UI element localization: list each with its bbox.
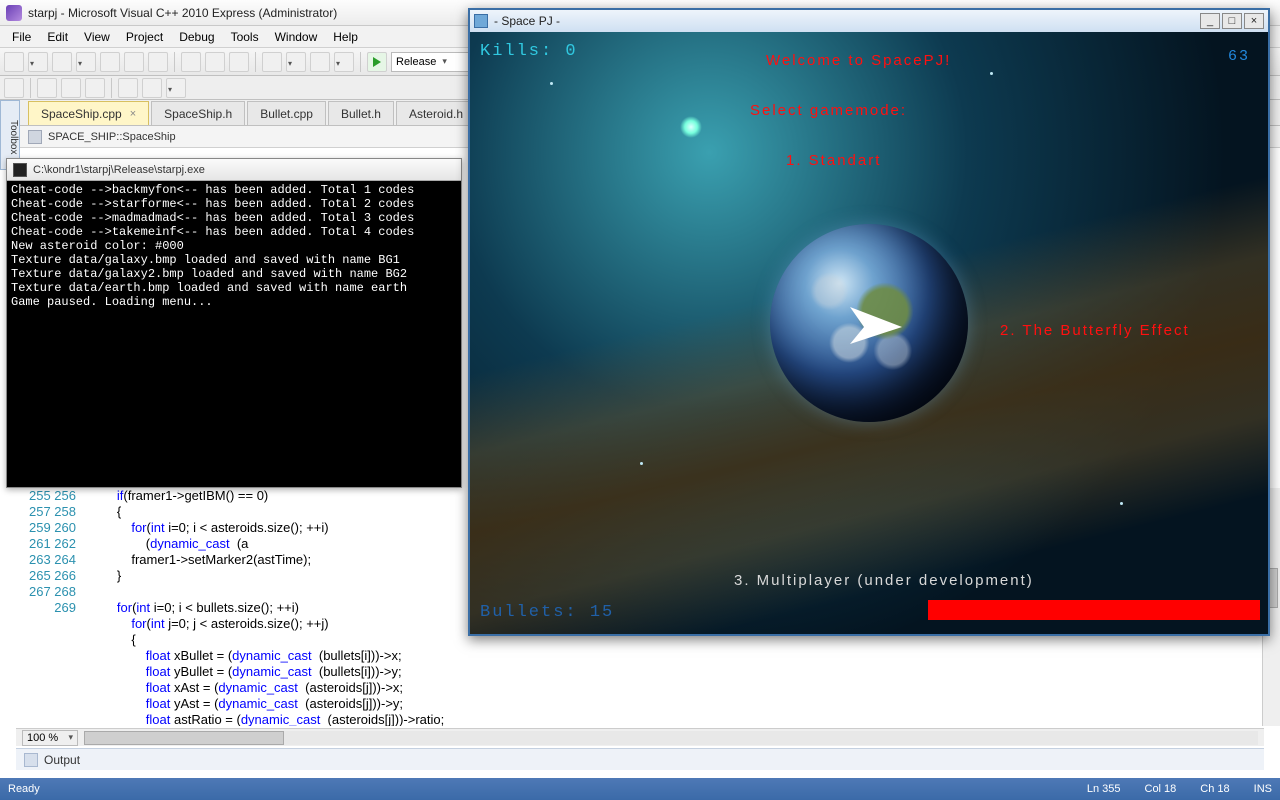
tab-asteroid-h[interactable]: Asteroid.h (396, 101, 476, 125)
game-window: - Space PJ - _ □ × Kills: 0 63 Bullets: … (468, 8, 1270, 636)
tab-spaceship-h[interactable]: SpaceShip.h (151, 101, 245, 125)
separator (111, 78, 112, 98)
tab-spaceship-cpp[interactable]: SpaceShip.cpp × (28, 101, 149, 125)
game-titlebar[interactable]: - Space PJ - _ □ × (470, 10, 1268, 32)
tool-dropdown[interactable] (166, 78, 186, 98)
console-window: C:\kondr1\starpj\Release\starpj.exe Chea… (6, 158, 462, 488)
star (990, 72, 993, 75)
copy-button[interactable] (205, 52, 225, 72)
save-all-button[interactable] (148, 52, 168, 72)
output-icon (24, 753, 38, 767)
editor-footer: 100 % (16, 728, 1264, 746)
close-button[interactable]: × (1244, 13, 1264, 29)
game-viewport[interactable]: Kills: 0 63 Bullets: 15 Welcome to Space… (470, 32, 1268, 634)
menu-edit[interactable]: Edit (39, 28, 76, 46)
maximize-button[interactable]: □ (1222, 13, 1242, 29)
console-title-text: C:\kondr1\starpj\Release\starpj.exe (33, 164, 205, 176)
outdent-button[interactable] (142, 78, 162, 98)
add-dropdown[interactable] (76, 52, 96, 72)
start-debug-button[interactable] (367, 52, 387, 72)
status-ready: Ready (8, 783, 40, 795)
menu-file[interactable]: File (4, 28, 39, 46)
zoom-combo[interactable]: 100 % (22, 730, 78, 746)
tab-label: Asteroid.h (409, 107, 463, 121)
tab-bullet-h[interactable]: Bullet.h (328, 101, 394, 125)
hud-fps: 63 (1228, 48, 1250, 65)
separator (360, 52, 361, 72)
save-button[interactable] (124, 52, 144, 72)
game-title-text: - Space PJ - (494, 14, 560, 28)
star (640, 462, 643, 465)
menu-tools[interactable]: Tools (223, 28, 267, 46)
status-ins: INS (1254, 783, 1272, 795)
output-label: Output (44, 753, 80, 767)
new-project-button[interactable] (4, 52, 24, 72)
redo-dropdown[interactable] (334, 52, 354, 72)
line-gutter: 255 256 257 258 259 260 261 262 263 264 … (28, 488, 84, 726)
tab-label: SpaceShip.cpp (41, 107, 122, 121)
menu-window[interactable]: Window (267, 28, 326, 46)
ide-title-text: starpj - Microsoft Visual C++ 2010 Expre… (28, 6, 337, 20)
statusbar: Ready Ln 355 Col 18 Ch 18 INS (0, 778, 1280, 800)
hud-kills: Kills: 0 (480, 42, 578, 61)
health-bar (928, 600, 1260, 620)
tab-label: SpaceShip.h (164, 107, 232, 121)
menu-view[interactable]: View (76, 28, 118, 46)
config-combo[interactable]: Release (391, 52, 469, 72)
add-item-button[interactable] (52, 52, 72, 72)
star (550, 82, 553, 85)
game-icon (474, 14, 488, 28)
tool-btn[interactable] (4, 78, 24, 98)
open-button[interactable] (100, 52, 120, 72)
status-col: Col 18 (1145, 783, 1177, 795)
lens-flare (680, 116, 702, 138)
output-panel-tab[interactable]: Output (16, 748, 1264, 770)
tool-btn[interactable] (85, 78, 105, 98)
scope-icon (28, 130, 42, 144)
minimize-button[interactable]: _ (1200, 13, 1220, 29)
menu-help[interactable]: Help (325, 28, 366, 46)
redo-button[interactable] (310, 52, 330, 72)
console-output: Cheat-code -->backmyfon<-- has been adde… (7, 181, 461, 487)
tool-btn[interactable] (61, 78, 81, 98)
tool-btn[interactable] (37, 78, 57, 98)
player-ship (840, 292, 910, 362)
undo-button[interactable] (262, 52, 282, 72)
vs-icon (6, 5, 22, 21)
menu-select: Select gamemode: (750, 102, 907, 119)
separator (255, 52, 256, 72)
hud-bullets: Bullets: 15 (480, 603, 614, 622)
new-dropdown[interactable] (28, 52, 48, 72)
scope-text: SPACE_SHIP::SpaceShip (48, 131, 176, 143)
console-icon (13, 163, 27, 177)
scroll-thumb[interactable] (84, 731, 284, 745)
status-ch: Ch 18 (1200, 783, 1229, 795)
console-titlebar[interactable]: C:\kondr1\starpj\Release\starpj.exe (7, 159, 461, 181)
menu-opt-standart[interactable]: 1. Standart (786, 152, 881, 169)
menu-debug[interactable]: Debug (171, 28, 222, 46)
undo-dropdown[interactable] (286, 52, 306, 72)
tab-label: Bullet.cpp (260, 107, 313, 121)
tab-bullet-cpp[interactable]: Bullet.cpp (247, 101, 326, 125)
paste-button[interactable] (229, 52, 249, 72)
tab-close-icon[interactable]: × (130, 108, 136, 120)
menu-opt-butterfly[interactable]: 2. The Butterfly Effect (1000, 322, 1190, 339)
star (1120, 502, 1123, 505)
menu-project[interactable]: Project (118, 28, 171, 46)
menu-opt-multiplayer[interactable]: 3. Multiplayer (under development) (734, 572, 1034, 589)
editor-hscrollbar[interactable] (84, 731, 1258, 745)
separator (30, 78, 31, 98)
menu-welcome: Welcome to SpacePJ! (766, 52, 951, 69)
indent-button[interactable] (118, 78, 138, 98)
status-line: Ln 355 (1087, 783, 1121, 795)
cut-button[interactable] (181, 52, 201, 72)
tab-label: Bullet.h (341, 107, 381, 121)
separator (174, 52, 175, 72)
